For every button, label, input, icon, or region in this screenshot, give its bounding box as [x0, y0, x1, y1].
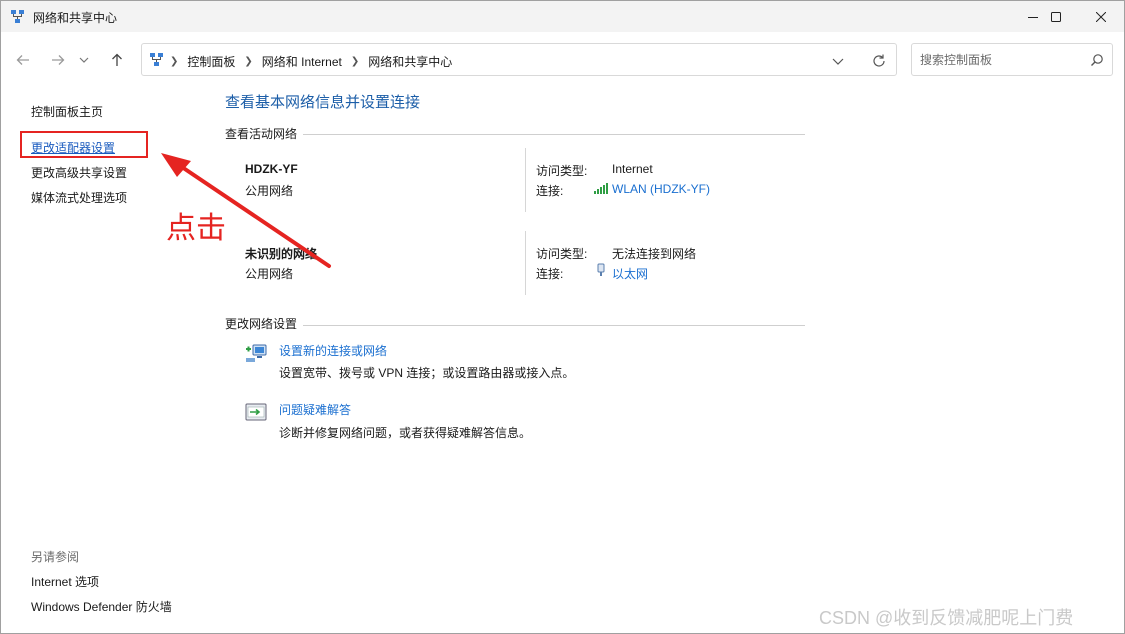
annotation-label: 点击 [166, 211, 226, 246]
title-bar: 网络和共享中心 [1, 1, 1124, 32]
breadcrumb: ❯ 控制面板 ❯ 网络和 Internet ❯ 网络和共享中心 [170, 53, 452, 70]
section-divider [225, 325, 805, 326]
search-box[interactable] [911, 43, 1113, 76]
see-also-internet-options[interactable]: Internet 选项 [31, 573, 99, 590]
back-arrow-icon [16, 55, 29, 65]
column-divider [525, 231, 526, 295]
chevron-down-icon [79, 57, 89, 63]
column-divider [525, 148, 526, 212]
ethernet-connection-link[interactable]: 以太网 [612, 265, 648, 282]
up-button[interactable] [103, 46, 131, 74]
ethernet-plug-icon [597, 263, 605, 276]
sidebar-item-advanced-sharing[interactable]: 更改高级共享设置 [31, 164, 127, 181]
maximize-button[interactable] [1033, 1, 1079, 32]
troubleshoot-link[interactable]: 问题疑难解答 [279, 401, 351, 418]
page-title: 查看基本网络信息并设置连接 [225, 94, 421, 111]
chevron-right-icon: ❯ [350, 56, 360, 67]
setup-new-connection-link[interactable]: 设置新的连接或网络 [279, 342, 387, 359]
setup-new-connection-description: 设置宽带、拨号或 VPN 连接；或设置路由器或接入点。 [279, 366, 575, 380]
breadcrumb-item-control-panel[interactable]: 控制面板 [187, 53, 235, 70]
up-arrow-icon [112, 53, 122, 66]
address-dropdown-icon[interactable] [830, 53, 846, 69]
new-connection-icon [246, 344, 267, 362]
highlight-box [20, 131, 148, 158]
sidebar-item-control-panel-home[interactable]: 控制面板主页 [31, 103, 103, 120]
address-bar[interactable]: ❯ 控制面板 ❯ 网络和 Internet ❯ 网络和共享中心 [141, 43, 897, 76]
section-divider [225, 134, 805, 135]
close-button[interactable] [1078, 1, 1124, 32]
breadcrumb-item-sharing-center[interactable]: 网络和共享中心 [368, 53, 452, 70]
connection-label: 连接: [536, 184, 564, 198]
maximize-icon [1051, 11, 1061, 22]
network-center-app-icon [11, 10, 24, 23]
access-type-value: 无法连接到网络 [612, 247, 697, 261]
control-panel-icon [150, 53, 163, 66]
control-panel-window: 网络和共享中心 ❯ 控制面板 ❯ 网络和 Internet ❯ 网络和共享中心 … [0, 0, 1125, 634]
address-row: ❯ 控制面板 ❯ 网络和 Internet ❯ 网络和共享中心 [1, 32, 1124, 88]
change-settings-heading: 更改网络设置 [225, 315, 304, 332]
refresh-icon[interactable] [870, 52, 888, 70]
see-also-defender-firewall[interactable]: Windows Defender 防火墙 [31, 598, 172, 615]
access-type-label: 访问类型: [536, 164, 588, 178]
access-type-label: 访问类型: [536, 247, 588, 261]
breadcrumb-item-network-internet[interactable]: 网络和 Internet [262, 53, 342, 70]
close-icon [1096, 11, 1106, 22]
recent-locations-button[interactable] [74, 46, 94, 74]
troubleshoot-icon [245, 403, 267, 421]
troubleshoot-description: 诊断并修复网络问题，或者获得疑难解答信息。 [279, 426, 532, 440]
chevron-right-icon: ❯ [244, 56, 253, 67]
sidebar-item-media-streaming[interactable]: 媒体流式处理选项 [31, 189, 127, 206]
connection-label: 连接: [536, 267, 564, 281]
back-button[interactable] [9, 46, 37, 74]
search-icon[interactable] [1090, 53, 1104, 67]
wlan-connection-link[interactable]: WLAN (HDZK-YF) [612, 182, 710, 196]
chevron-right-icon: ❯ [170, 56, 179, 67]
active-networks-heading: 查看活动网络 [225, 125, 304, 142]
forward-arrow-icon [52, 55, 65, 65]
forward-button[interactable] [44, 46, 72, 74]
search-input[interactable] [920, 51, 1080, 69]
watermark: CSDN @收到反馈减肥呢上门费 [819, 608, 1074, 628]
wifi-signal-icon [594, 183, 608, 194]
see-also-heading: 另请参阅 [31, 550, 80, 564]
window-title: 网络和共享中心 [33, 11, 118, 25]
access-type-value: Internet [612, 162, 653, 176]
